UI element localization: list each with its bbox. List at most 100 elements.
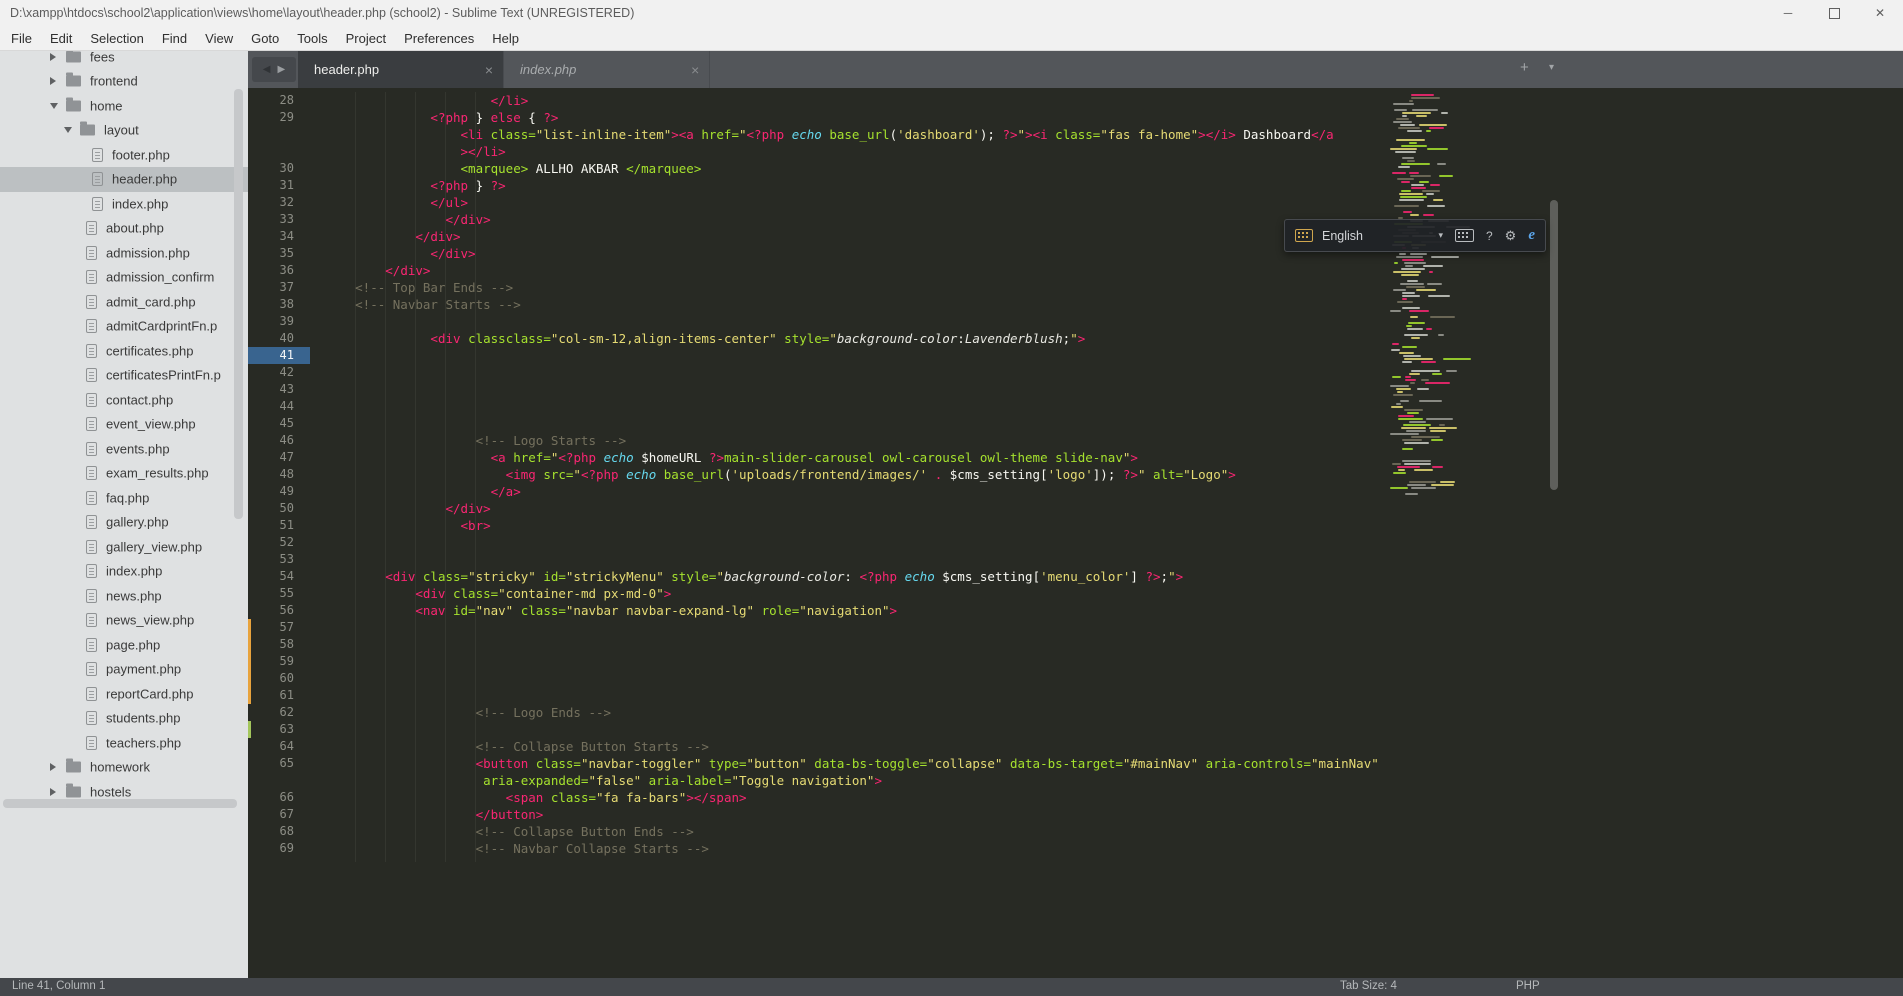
tab-overflow-icon[interactable]: ▾ [1549,62,1554,73]
sidebar-item-faq-php[interactable]: faq.php [0,485,248,510]
code-line[interactable]: 58 [248,636,1903,653]
sidebar-item-footer-php[interactable]: footer.php [0,142,248,167]
menu-item-project[interactable]: Project [337,31,395,46]
gear-icon[interactable]: ⚙ [1505,228,1517,244]
code-line[interactable]: 62 <!-- Logo Ends --> [248,704,1903,721]
sidebar-item-event-view-php[interactable]: event_view.php [0,412,248,437]
code-line[interactable]: 67 </button> [248,806,1903,823]
language-bar[interactable]: English ▾ ? ⚙ e [1284,219,1546,252]
code-line[interactable]: 36 </div> [248,262,1903,279]
code-line[interactable]: 45 [248,415,1903,432]
code-line[interactable]: 56 <nav id="nav" class="navbar navbar-ex… [248,602,1903,619]
chevron-down-icon[interactable]: ▾ [1438,230,1443,241]
code-line[interactable]: 52 [248,534,1903,551]
code-line[interactable]: 53 [248,551,1903,568]
sidebar-item-layout[interactable]: layout [0,118,248,143]
sidebar-item-certificates-php[interactable]: certificates.php [0,338,248,363]
sidebar-item-admission-php[interactable]: admission.php [0,240,248,265]
sidebar-item-about-php[interactable]: about.php [0,216,248,241]
sidebar-item-header-php[interactable]: header.php [0,166,248,192]
editor-scrollbar[interactable] [1550,200,1558,490]
back-icon[interactable]: ◀ [263,64,271,75]
code-line[interactable]: aria-expanded="false" aria-label="Toggle… [248,772,1903,789]
sidebar-item-payment-php[interactable]: payment.php [0,657,248,682]
code-line[interactable]: 55 <div class="container-md px-md-0"> [248,585,1903,602]
sidebar-item-fees[interactable]: fees [0,51,248,69]
expand-arrow-icon[interactable] [64,127,72,133]
sidebar-item-index-php[interactable]: index.php [0,191,248,216]
ie-icon[interactable]: e [1528,227,1535,244]
code-line[interactable]: 28 </li> [248,92,1903,109]
code-line[interactable]: 44 [248,398,1903,415]
sidebar-item-contact-php[interactable]: contact.php [0,387,248,412]
sidebar-item-exam-results-php[interactable]: exam_results.php [0,461,248,486]
menu-item-help[interactable]: Help [483,31,528,46]
sidebar-item-teachers-php[interactable]: teachers.php [0,730,248,755]
minimap[interactable] [1388,88,1471,608]
code-line[interactable]: 33 </div> [248,211,1903,228]
code-line[interactable]: 37 <!-- Top Bar Ends --> [248,279,1903,296]
code-line[interactable]: 31 <?php } ?> [248,177,1903,194]
code-line[interactable]: 57 [248,619,1903,636]
menu-item-tools[interactable]: Tools [288,31,336,46]
code-line[interactable]: 54 <div class="stricky" id="strickyMenu"… [248,568,1903,585]
menu-item-find[interactable]: Find [153,31,196,46]
editor[interactable]: 28 </li> 29 <?php } else { ?> <li class="… [248,88,1903,978]
sidebar-item-index-php[interactable]: index.php [0,559,248,584]
expand-arrow-icon[interactable] [50,102,58,109]
sidebar-item-reportcard-php[interactable]: reportCard.php [0,681,248,706]
code-line[interactable]: 61 [248,687,1903,704]
code-line[interactable]: 39 [248,313,1903,330]
tab-close-icon[interactable]: × [691,62,699,78]
menu-item-view[interactable]: View [196,31,242,46]
expand-arrow-icon[interactable] [50,52,56,61]
sidebar-item-certificatesprintfn-p[interactable]: certificatesPrintFn.p [0,363,248,388]
sidebar-horizontal-scrollbar[interactable] [3,799,237,808]
close-button[interactable]: ✕ [1857,0,1903,26]
sidebar-vertical-scrollbar[interactable] [234,89,243,519]
menu-item-edit[interactable]: Edit [41,31,81,46]
code-line[interactable]: 65 <button class="navbar-toggler" type="… [248,755,1903,772]
sidebar-item-students-php[interactable]: students.php [0,706,248,731]
code-line[interactable]: 43 [248,381,1903,398]
expand-arrow-icon[interactable] [50,77,56,85]
menu-item-selection[interactable]: Selection [81,31,152,46]
sidebar-item-homework[interactable]: homework [0,755,248,780]
code-line[interactable]: 29 <?php } else { ?> [248,109,1903,126]
expand-arrow-icon[interactable] [50,787,56,796]
code-line[interactable]: 69 <!-- Navbar Collapse Starts --> [248,840,1903,857]
code-line[interactable]: <li class="list-inline-item"><a href="<?… [248,126,1903,143]
minimize-button[interactable]: ─ [1765,0,1811,26]
code-line[interactable]: 63 [248,721,1903,738]
code-line[interactable]: 66 <span class="fa fa-bars"></span> [248,789,1903,806]
maximize-button[interactable] [1811,0,1857,26]
sidebar-item-frontend[interactable]: frontend [0,69,248,94]
syntax-indicator[interactable]: PHP [1516,980,1540,992]
menu-item-preferences[interactable]: Preferences [395,31,483,46]
keyboard-icon[interactable] [1454,229,1474,242]
code-line[interactable]: 30 <marquee> ALLHO AKBAR </marquee> [248,160,1903,177]
menu-item-file[interactable]: File [2,31,41,46]
tab-index-php[interactable]: index.php × [504,51,710,88]
code-line[interactable]: 35 </div> [248,245,1903,262]
tab-header-php[interactable]: header.php × [298,51,504,88]
sidebar-item-page-php[interactable]: page.php [0,632,248,657]
code-line[interactable]: 47 <a href="<?php echo $homeURL ?>main-s… [248,449,1903,466]
sidebar-item-gallery-php[interactable]: gallery.php [0,510,248,535]
code-line[interactable]: 48 <img src="<?php echo base_url('upload… [248,466,1903,483]
sidebar-item-events-php[interactable]: events.php [0,436,248,461]
sidebar-item-admit-card-php[interactable]: admit_card.php [0,289,248,314]
expand-arrow-icon[interactable] [50,763,56,771]
tab-size-indicator[interactable]: Tab Size: 4 [1340,980,1397,992]
menu-item-goto[interactable]: Goto [242,31,288,46]
code-line[interactable]: 41 [248,347,1903,364]
code-line[interactable]: 68 <!-- Collapse Button Ends --> [248,823,1903,840]
sidebar-item-gallery-view-php[interactable]: gallery_view.php [0,534,248,559]
code-line[interactable]: 46 <!-- Logo Starts --> [248,432,1903,449]
code-line[interactable]: 32 </ul> [248,194,1903,211]
code-line[interactable]: ></li> [248,143,1903,160]
code-area[interactable]: 28 </li> 29 <?php } else { ?> <li class="… [248,88,1903,978]
code-line[interactable]: 49 </a> [248,483,1903,500]
code-line[interactable]: 51 <br> [248,517,1903,534]
sidebar-item-news-view-php[interactable]: news_view.php [0,608,248,633]
